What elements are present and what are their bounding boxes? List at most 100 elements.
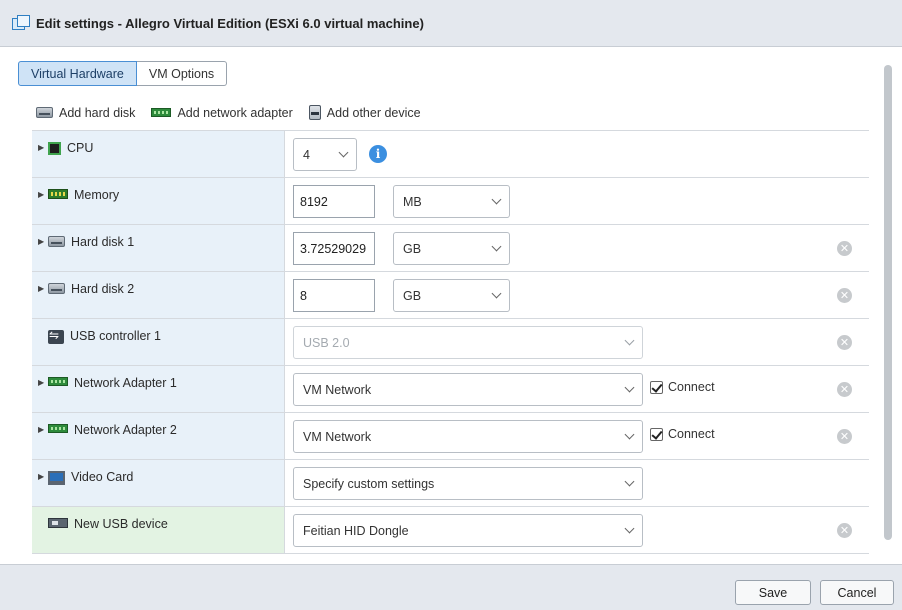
hardware-value-cell: 4 i [285,131,869,177]
chevron-down-icon [624,335,635,346]
hard-disk-2-unit-value: GB [403,288,422,303]
chevron-down-icon [338,147,349,158]
hard-disk-1-unit-value: GB [403,241,422,256]
add-other-device-button[interactable]: Add other device [308,105,421,120]
expand-arrow-icon[interactable]: ▶ [38,425,48,434]
new-usb-device-label: New USB device [74,517,168,531]
hard-disk-icon [36,107,53,118]
usb-icon [48,328,64,344]
add-hard-disk-button[interactable]: Add hard disk [36,106,135,120]
hardware-value-cell: 3.72529029 GB ✕ [285,225,869,271]
remove-device-icon[interactable]: ✕ [837,429,852,444]
network-adapter-icon [151,108,172,117]
chevron-down-icon [624,382,635,393]
hard-disk-2-unit-select[interactable]: GB [393,279,510,312]
expand-arrow-icon[interactable]: ▶ [38,143,48,152]
network-adapter-2-label: Network Adapter 2 [74,423,177,437]
expand-arrow-icon[interactable]: ▶ [38,472,48,481]
hardware-row-new-usb-device: New USB device Feitian HID Dongle ✕ [32,507,869,554]
add-device-toolbar: Add hard disk Add network adapter Add ot… [36,105,437,120]
hardware-label-cell[interactable]: ▶ Hard disk 1 [32,225,285,271]
chevron-down-icon [624,523,635,534]
hard-disk-1-unit-select[interactable]: GB [393,232,510,265]
hardware-label-cell[interactable]: New USB device [32,507,285,553]
usb-controller-1-label: USB controller 1 [70,329,162,343]
memory-unit-select[interactable]: MB [393,185,510,218]
chevron-down-icon [624,429,635,440]
hardware-value-cell: USB 2.0 ✕ [285,319,869,365]
tab-vm-options[interactable]: VM Options [136,61,228,86]
hardware-row-memory: ▶ Memory 8192 MB [32,178,869,225]
usb-device-select[interactable]: Feitian HID Dongle [293,514,643,547]
hard-disk-icon [48,283,65,294]
network-adapter-1-connect-checkbox[interactable]: Connect [650,380,715,394]
cpu-label: CPU [67,141,94,155]
chevron-down-icon [491,241,502,252]
add-network-adapter-button[interactable]: Add network adapter [151,106,293,120]
hard-disk-2-size-input[interactable]: 8 [293,279,375,312]
hardware-value-cell: Specify custom settings [285,460,869,506]
chevron-down-icon [491,288,502,299]
network-adapter-2-network-value: VM Network [303,429,372,444]
remove-device-icon[interactable]: ✕ [837,241,852,256]
expand-arrow-icon[interactable]: ▶ [38,190,48,199]
hardware-label-cell[interactable]: ▶ Video Card [32,460,285,506]
memory-size-input[interactable]: 8192 [293,185,375,218]
remove-device-icon[interactable]: ✕ [837,382,852,397]
network-adapter-icon [48,424,68,433]
usb-device-value: Feitian HID Dongle [303,523,409,538]
add-hard-disk-label: Add hard disk [59,105,136,120]
network-adapter-icon [48,377,68,386]
expand-arrow-icon[interactable]: ▶ [38,237,48,246]
connect-label: Connect [668,427,715,441]
network-adapter-2-connect-checkbox[interactable]: Connect [650,427,715,441]
save-button[interactable]: Save [735,580,811,605]
expand-arrow-icon[interactable]: ▶ [38,284,48,293]
virtual-hardware-table: ▶ CPU 4 i ▶ Memory 8192 MB ▶ Hard disk 1… [32,130,869,554]
hard-disk-1-size-input[interactable]: 3.72529029 [293,232,375,265]
hardware-value-cell: VM Network Connect ✕ [285,366,869,412]
remove-device-icon[interactable]: ✕ [837,523,852,538]
hardware-value-cell: VM Network Connect ✕ [285,413,869,459]
hardware-label-cell[interactable]: ▶ Network Adapter 1 [32,366,285,412]
hardware-row-network-adapter-2: ▶ Network Adapter 2 VM Network Connect ✕ [32,413,869,460]
network-adapter-1-label: Network Adapter 1 [74,376,177,390]
cpu-count-select[interactable]: 4 [293,138,357,171]
hardware-label-cell[interactable]: ▶ Memory [32,178,285,224]
hardware-row-video-card: ▶ Video Card Specify custom settings [32,460,869,507]
hard-disk-icon [48,236,65,247]
hardware-value-cell: 8192 MB [285,178,869,224]
video-card-settings-value: Specify custom settings [303,476,435,491]
add-other-device-label: Add other device [326,105,421,120]
hardware-label-cell[interactable]: ▶ Network Adapter 2 [32,413,285,459]
chevron-down-icon [624,476,635,487]
video-card-label: Video Card [71,470,134,484]
tab-bar: Virtual Hardware VM Options [18,61,228,86]
checkbox-checked-icon [650,380,663,394]
expand-arrow-icon[interactable]: ▶ [38,378,48,387]
hardware-row-usb-controller-1: USB controller 1 USB 2.0 ✕ [32,319,869,366]
network-adapter-1-network-select[interactable]: VM Network [293,373,643,406]
usb-device-icon [48,518,68,528]
vm-settings-icon [12,15,30,31]
dialog-title-bar: Edit settings - Allegro Virtual Edition … [0,0,902,47]
hardware-value-cell: 8 GB ✕ [285,272,869,318]
memory-icon [48,189,68,199]
network-adapter-2-network-select[interactable]: VM Network [293,420,643,453]
tab-virtual-hardware[interactable]: Virtual Hardware [18,61,137,86]
video-card-settings-select[interactable]: Specify custom settings [293,467,643,500]
hardware-label-cell[interactable]: ▶ Hard disk 2 [32,272,285,318]
hardware-label-cell[interactable]: USB controller 1 [32,319,285,365]
hardware-row-hard-disk-1: ▶ Hard disk 1 3.72529029 GB ✕ [32,225,869,272]
memory-label: Memory [74,188,120,202]
hardware-label-cell[interactable]: ▶ CPU [32,131,285,177]
remove-device-icon[interactable]: ✕ [837,335,852,350]
vertical-scrollbar[interactable] [884,65,892,540]
info-icon[interactable]: i [369,145,387,163]
connect-label: Connect [668,380,715,394]
usb-controller-version-value: USB 2.0 [303,335,350,350]
cancel-button[interactable]: Cancel [820,580,894,605]
remove-device-icon[interactable]: ✕ [837,288,852,303]
monitor-icon [48,471,65,485]
other-device-icon [308,105,321,120]
